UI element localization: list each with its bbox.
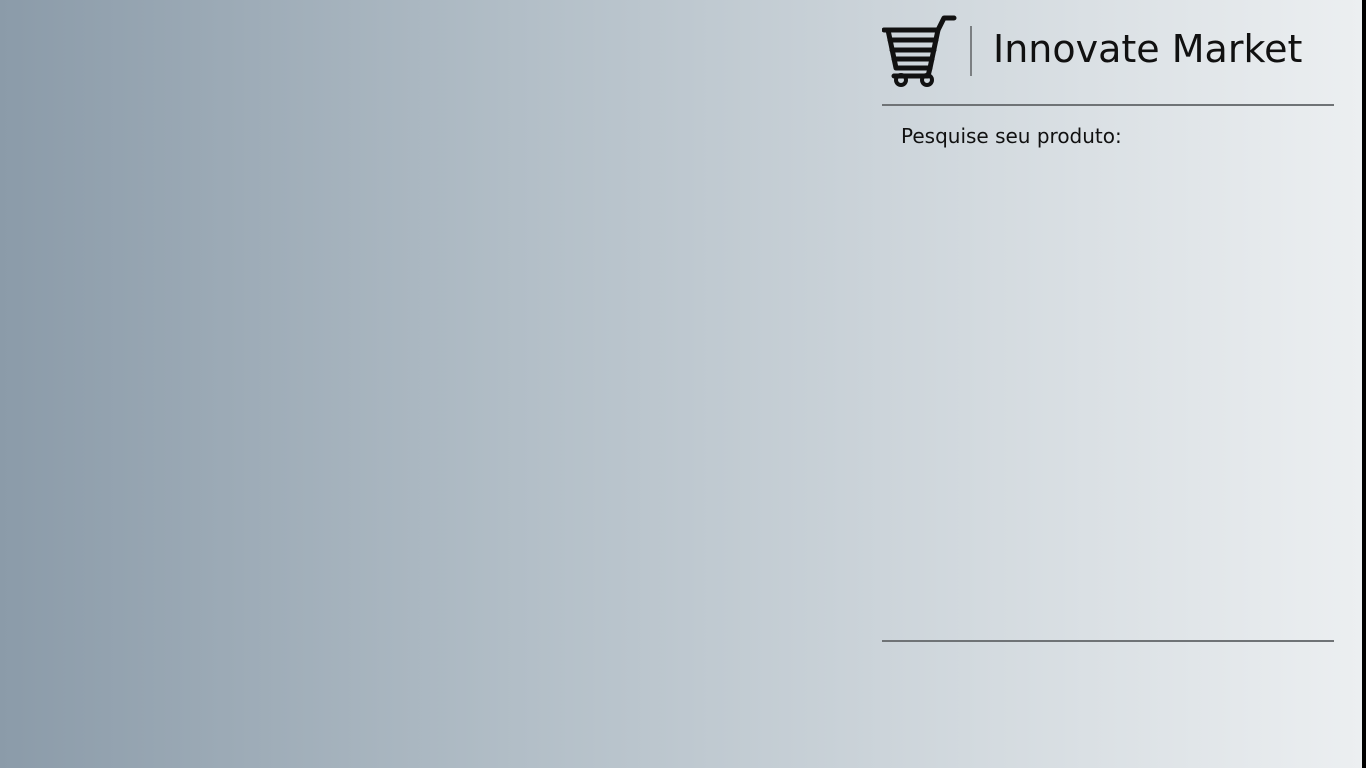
brand-divider (970, 26, 972, 76)
bottom-divider (882, 640, 1334, 642)
top-divider (882, 104, 1334, 106)
window-edge (1362, 0, 1366, 768)
search-label: Pesquise seu produto: (901, 124, 1122, 148)
side-panel: Innovate Market Pesquise seu produto: (882, 0, 1334, 768)
brand-header[interactable]: Innovate Market (882, 12, 1334, 88)
search-results-area (882, 160, 1334, 630)
brand-name: Innovate Market (993, 27, 1303, 71)
shopping-cart-icon (882, 15, 957, 87)
